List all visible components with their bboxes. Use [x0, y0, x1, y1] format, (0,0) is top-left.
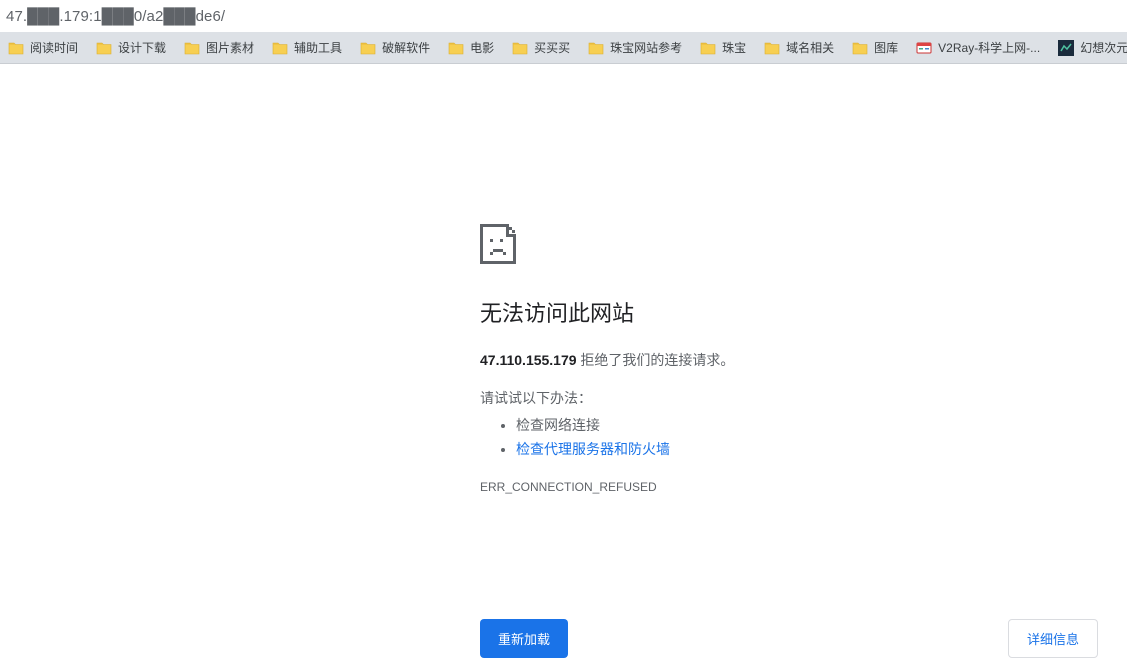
address-bar[interactable]: 47.███.179:1███0/a2███de6/ [0, 0, 1127, 32]
bookmark-item-8[interactable]: 珠宝 [692, 34, 756, 62]
bookmark-item-10[interactable]: 图库 [844, 34, 908, 62]
bookmark-label: 设计下载 [118, 39, 166, 56]
bookmark-label: 珠宝 [722, 39, 746, 56]
bookmark-item-2[interactable]: 图片素材 [176, 34, 264, 62]
error-code: ERR_CONNECTION_REFUSED [480, 480, 1100, 494]
error-message: 47.110.155.179 拒绝了我们的连接请求。 [480, 350, 1100, 370]
folder-icon [8, 41, 24, 55]
suggestion-item-1: 检查代理服务器和防火墙 [516, 438, 1100, 462]
bookmark-item-11[interactable]: V2Ray-科学上网-... [908, 34, 1050, 62]
bookmark-item-9[interactable]: 域名相关 [756, 34, 844, 62]
folder-icon [272, 41, 288, 55]
bookmark-item-12[interactable]: 幻想次元 | 漫 [1050, 34, 1127, 62]
folder-icon [852, 41, 868, 55]
site-icon [1058, 40, 1074, 56]
site-icon [916, 40, 932, 56]
reload-button[interactable]: 重新加载 [480, 619, 568, 658]
bookmark-item-1[interactable]: 设计下载 [88, 34, 176, 62]
bookmark-label: 破解软件 [382, 39, 430, 56]
bookmark-item-3[interactable]: 辅助工具 [264, 34, 352, 62]
folder-icon [512, 41, 528, 55]
error-host: 47.110.155.179 [480, 352, 577, 368]
bookmark-bar: 阅读时间 设计下载 图片素材 辅助工具 破解软件 电影 买买买 珠宝网站参考 珠宝 域名相关 图库 V… [0, 32, 1127, 64]
folder-icon [360, 41, 376, 55]
url-text: 47.███.179:1███0/a2███de6/ [6, 8, 225, 25]
folder-icon [96, 41, 112, 55]
bookmark-label: 珠宝网站参考 [610, 39, 682, 56]
bookmark-label: 图片素材 [206, 39, 254, 56]
suggestion-item-0: 检查网络连接 [516, 414, 1100, 438]
suggestions-list: 检查网络连接检查代理服务器和防火墙 [480, 414, 1100, 462]
bookmark-item-5[interactable]: 电影 [440, 34, 504, 62]
bookmark-label: 域名相关 [786, 39, 834, 56]
folder-icon [448, 41, 464, 55]
bookmark-label: V2Ray-科学上网-... [938, 39, 1040, 56]
error-page-content: 无法访问此网站 47.110.155.179 拒绝了我们的连接请求。 请试试以下… [0, 64, 1127, 494]
bookmark-item-6[interactable]: 买买买 [504, 34, 580, 62]
sad-page-icon [480, 224, 1100, 264]
folder-icon [588, 41, 604, 55]
folder-icon [700, 41, 716, 55]
bookmark-item-4[interactable]: 破解软件 [352, 34, 440, 62]
button-row: 重新加载 详细信息 [480, 619, 1098, 658]
folder-icon [184, 41, 200, 55]
suggestions-label: 请试试以下办法： [480, 388, 1100, 408]
error-title: 无法访问此网站 [480, 296, 1100, 328]
bookmark-label: 图库 [874, 39, 898, 56]
bookmark-label: 电影 [470, 39, 494, 56]
bookmark-label: 辅助工具 [294, 39, 342, 56]
bookmark-label: 买买买 [534, 39, 570, 56]
bookmark-item-7[interactable]: 珠宝网站参考 [580, 34, 692, 62]
folder-icon [764, 41, 780, 55]
details-button[interactable]: 详细信息 [1008, 619, 1098, 658]
bookmark-item-0[interactable]: 阅读时间 [0, 34, 88, 62]
error-message-suffix: 拒绝了我们的连接请求。 [577, 352, 735, 368]
error-container: 无法访问此网站 47.110.155.179 拒绝了我们的连接请求。 请试试以下… [480, 224, 1100, 494]
bookmark-label: 阅读时间 [30, 39, 78, 56]
bookmark-label: 幻想次元 | 漫 [1080, 39, 1127, 56]
suggestion-link[interactable]: 检查代理服务器和防火墙 [516, 441, 670, 457]
